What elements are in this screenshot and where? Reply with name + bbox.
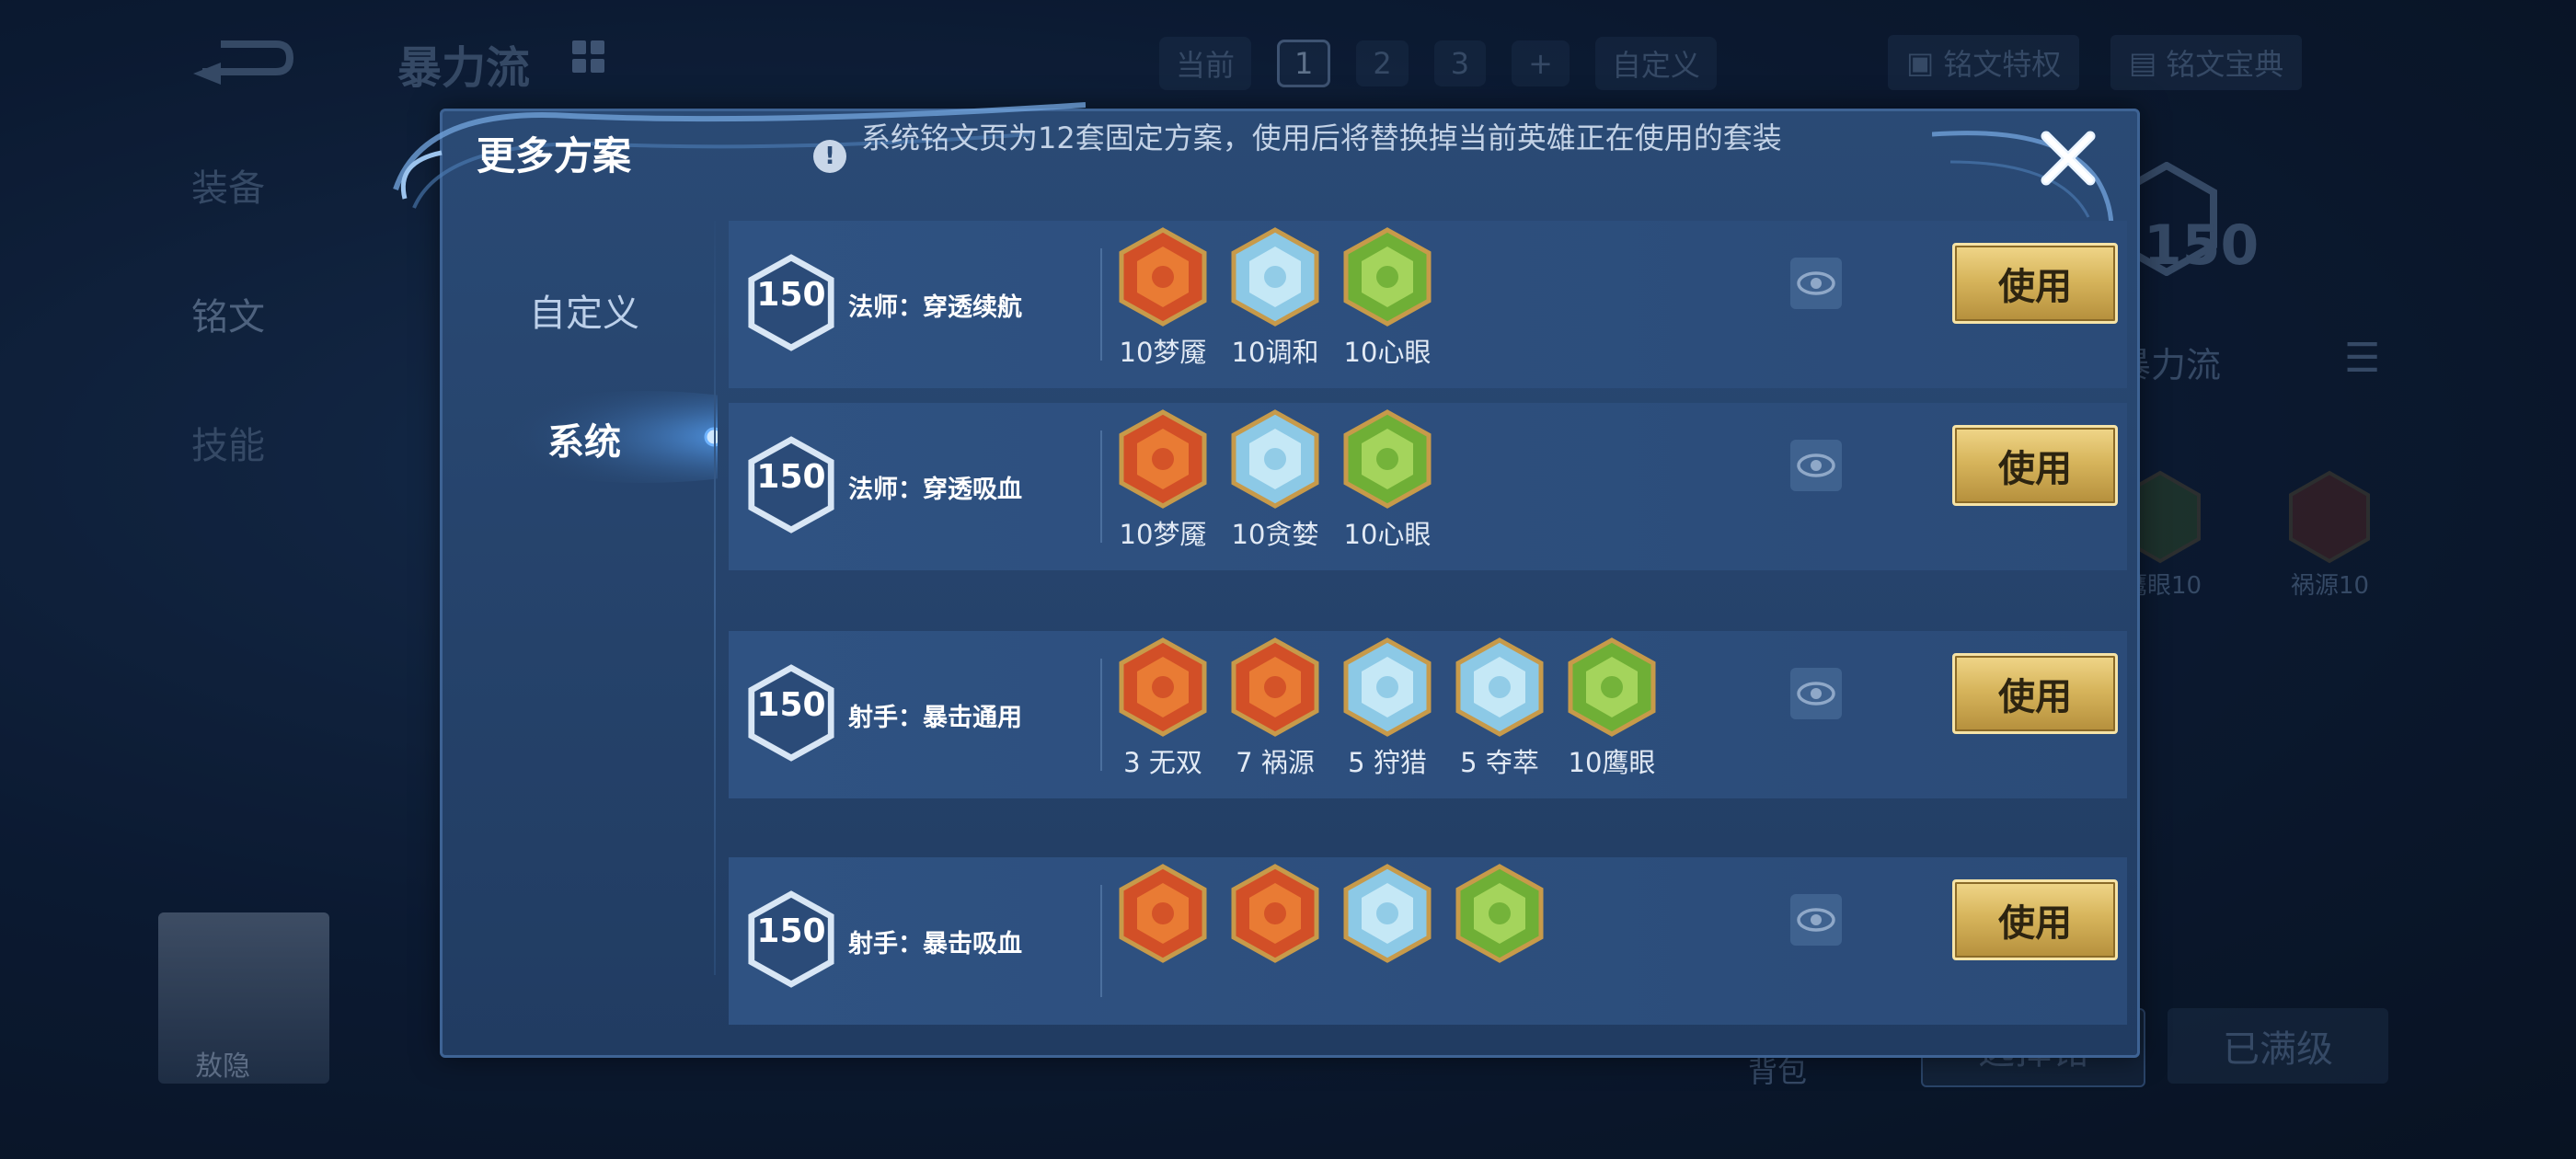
preset-row: 150 射手：暴击通用 3 无双 7 祸源 5 狩猎 5 夺萃 10鹰眼 使用 xyxy=(729,631,2127,798)
rune-label: 7 祸源 xyxy=(1236,747,1315,778)
info-icon: ! xyxy=(813,140,846,173)
rune-icon-blue xyxy=(1343,864,1432,963)
rune-icon-red xyxy=(1119,409,1207,509)
rune-icon-green xyxy=(1343,409,1432,509)
use-button[interactable]: 使用 xyxy=(1952,425,2118,506)
preset-row: 150 法师：穿透吸血 10梦魇 10贪婪 10心眼 使用 xyxy=(729,403,2127,570)
rune-icon-blue xyxy=(1231,409,1319,509)
preset-list[interactable]: 150 法师：穿透续航 10梦魇 10调和 10心眼 使用 150 法师：穿透吸血 10梦魇 1… xyxy=(729,221,2127,1049)
preset-level: 150 xyxy=(756,276,826,314)
rune-label: 10贪婪 xyxy=(1231,519,1319,550)
rune-icon-green xyxy=(1568,637,1656,737)
rune-icon-red xyxy=(1231,637,1319,737)
tab-custom-presets[interactable]: 自定义 xyxy=(478,283,690,337)
use-button[interactable]: 使用 xyxy=(1952,653,2118,734)
rune-label: 5 狩猎 xyxy=(1348,747,1427,778)
modal-title: 更多方案 xyxy=(477,133,632,178)
rune-icon-red xyxy=(1119,227,1207,327)
rune-label: 10梦魇 xyxy=(1119,337,1207,368)
row-divider xyxy=(1100,885,1102,997)
preset-name: 射手：暴击通用 xyxy=(848,704,1022,732)
eye-icon[interactable] xyxy=(1790,440,1842,491)
preset-name: 法师：穿透续航 xyxy=(848,293,1022,322)
rune-label: 10调和 xyxy=(1231,337,1319,368)
rune-icon-blue xyxy=(1231,227,1319,327)
rune-label: 10心眼 xyxy=(1343,337,1432,368)
preset-level: 150 xyxy=(756,912,826,950)
preset-name: 法师：穿透吸血 xyxy=(848,476,1022,504)
preset-row: 150 法师：穿透续航 10梦魇 10调和 10心眼 使用 xyxy=(729,221,2127,388)
rune-label: 3 无双 xyxy=(1123,747,1202,778)
rune-label: 5 夺萃 xyxy=(1460,747,1539,778)
nav-divider xyxy=(714,221,716,975)
preset-name: 射手：暴击吸血 xyxy=(848,930,1022,958)
rune-label: 10梦魇 xyxy=(1119,519,1207,550)
rune-label: 10鹰眼 xyxy=(1568,747,1656,778)
preset-row: 150 射手：暴击吸血 使用 xyxy=(729,857,2127,1025)
rune-icon-green xyxy=(1455,864,1544,963)
rune-label: 10心眼 xyxy=(1343,519,1432,550)
preset-level: 150 xyxy=(756,686,826,724)
eye-icon[interactable] xyxy=(1790,258,1842,309)
close-icon[interactable] xyxy=(2035,125,2101,191)
eye-icon[interactable] xyxy=(1790,668,1842,719)
rune-icon-blue xyxy=(1455,637,1544,737)
use-button[interactable]: 使用 xyxy=(1952,243,2118,324)
rune-icon-red xyxy=(1119,637,1207,737)
row-divider xyxy=(1100,659,1102,771)
rune-icon-red xyxy=(1231,864,1319,963)
info-text: 系统铭文页为12套固定方案，使用后将替换掉当前英雄正在使用的套装 xyxy=(861,120,1782,155)
eye-icon[interactable] xyxy=(1790,894,1842,946)
rune-icon-green xyxy=(1343,227,1432,327)
use-button[interactable]: 使用 xyxy=(1952,879,2118,960)
row-divider xyxy=(1100,430,1102,543)
tab-system-presets[interactable]: 系统 xyxy=(478,412,690,465)
preset-level: 150 xyxy=(756,458,826,496)
row-divider xyxy=(1100,248,1102,361)
rune-icon-red xyxy=(1119,864,1207,963)
rune-icon-blue xyxy=(1343,637,1432,737)
